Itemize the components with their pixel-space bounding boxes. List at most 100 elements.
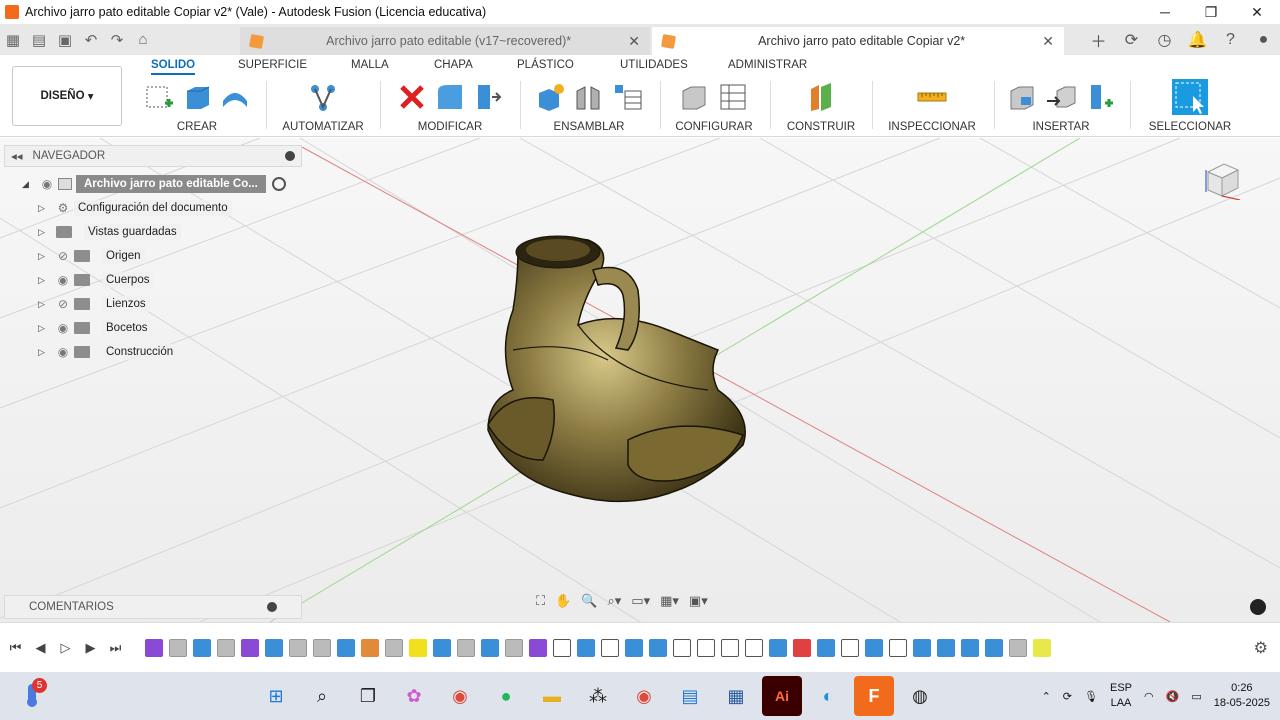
sync-icon[interactable]: ⟳ — [1063, 690, 1072, 703]
expand-arrow-icon[interactable]: ▷ — [38, 275, 52, 286]
tab-chapa[interactable]: CHAPA — [434, 59, 473, 71]
assistant-icon[interactable] — [1250, 599, 1266, 615]
orbit-icon[interactable]: ⛶ — [536, 593, 545, 609]
expand-arrow-icon[interactable]: ▷ — [38, 227, 52, 238]
search-icon[interactable]: ⌕ — [302, 676, 342, 716]
tab-malla[interactable]: MALLA — [351, 59, 389, 71]
expand-arrow-icon[interactable]: ▷ — [38, 347, 52, 358]
visibility-eye-icon[interactable]: ◉ — [36, 177, 58, 191]
automate-icon[interactable] — [307, 81, 339, 113]
timeline-feature-icon[interactable] — [841, 638, 859, 657]
file-explorer-icon[interactable]: ▬ — [532, 676, 572, 716]
timeline-feature-icon[interactable] — [433, 638, 451, 657]
zoom-window-icon[interactable]: ⌕▾ — [607, 593, 621, 609]
chrome-profile-icon[interactable]: ◉ — [624, 676, 664, 716]
tab-plastico[interactable]: PLÁSTICO — [517, 59, 574, 71]
create-sketch-icon[interactable] — [143, 81, 175, 113]
minimize-panel-icon[interactable] — [285, 151, 295, 161]
timeline-settings-gear-icon[interactable]: ⚙ — [1254, 638, 1268, 658]
maximize-button[interactable]: ❐ — [1188, 4, 1234, 21]
tree-item-origin[interactable]: ▷ ⊘ Origen — [38, 246, 145, 266]
extensions-icon[interactable]: ⟳ — [1115, 30, 1148, 50]
timeline-feature-icon[interactable] — [913, 638, 931, 657]
expand-arrow-icon[interactable]: ▷ — [38, 299, 52, 310]
tab-administrar[interactable]: ADMINISTRAR — [728, 59, 807, 71]
timeline-feature-icon[interactable] — [721, 638, 739, 657]
tray-overflow-icon[interactable]: ⌃ — [1042, 690, 1051, 703]
illustrator-icon[interactable]: Ai — [762, 676, 802, 716]
step-back-icon[interactable]: ◀ — [33, 640, 48, 656]
widgets-icon[interactable]: 5 — [22, 678, 47, 708]
dots-app-icon[interactable]: ⁂ — [578, 676, 618, 716]
notepad-icon[interactable]: ▤ — [670, 676, 710, 716]
close-tab-icon[interactable]: ✕ — [1042, 33, 1054, 50]
delete-icon[interactable] — [396, 81, 428, 113]
view-cube[interactable] — [1202, 160, 1242, 200]
home-icon[interactable]: ⌂ — [130, 31, 156, 48]
hidden-eye-icon[interactable]: ⊘ — [52, 249, 74, 263]
chrome-icon[interactable]: ◉ — [440, 676, 480, 716]
timeline-feature-icon[interactable] — [745, 638, 763, 657]
go-to-end-icon[interactable]: ⏭ — [108, 640, 123, 656]
file-menu-icon[interactable]: ▤ — [26, 31, 52, 49]
add-comment-icon[interactable] — [267, 602, 277, 612]
timeline-feature-icon[interactable] — [481, 638, 499, 657]
revolve-icon[interactable] — [219, 81, 251, 113]
help-icon[interactable]: ? — [1214, 31, 1247, 49]
user-avatar[interactable]: ● — [1247, 31, 1280, 49]
new-tab-icon[interactable]: ＋ — [1082, 28, 1115, 52]
timeline-feature-icon[interactable] — [457, 638, 475, 657]
redo-icon[interactable]: ↷ — [104, 31, 130, 49]
timeline-feature-icon[interactable] — [337, 638, 355, 657]
fusion-taskbar-icon[interactable]: F — [854, 676, 894, 716]
timeline-feature-icon[interactable] — [409, 638, 427, 657]
shell-icon[interactable] — [472, 81, 504, 113]
timeline-feature-icon[interactable] — [601, 638, 619, 657]
expand-arrow-icon[interactable]: ▷ — [38, 323, 52, 334]
collapse-panel-icon[interactable]: ◂◂ — [11, 149, 23, 163]
timeline-feature-icon[interactable] — [1033, 638, 1051, 657]
tree-item-bodies[interactable]: ▷ ◉ Cuerpos — [38, 270, 154, 290]
timeline-feature-icon[interactable] — [673, 638, 691, 657]
spotify-icon[interactable]: ● — [486, 676, 526, 716]
timeline-feature-icon[interactable] — [529, 638, 547, 657]
apps-grid-icon[interactable]: ▦ — [0, 31, 26, 49]
tab-solido[interactable]: SOLIDO — [151, 59, 196, 75]
timeline-feature-icon[interactable] — [961, 638, 979, 657]
expand-arrow-icon[interactable]: ▷ — [38, 203, 52, 214]
tree-root[interactable]: ◢ ◉ Archivo jarro pato editable Co... — [22, 174, 286, 194]
wifi-icon[interactable]: ◠ — [1144, 690, 1154, 703]
workspace-switcher[interactable]: DISEÑO ▾ — [12, 66, 122, 126]
volume-muted-icon[interactable]: 🔇 — [1166, 690, 1180, 703]
timeline-feature-icon[interactable] — [649, 638, 667, 657]
clock[interactable]: 0:26 18-05-2025 — [1214, 681, 1270, 711]
timeline-feature-icon[interactable] — [625, 638, 643, 657]
jug-model[interactable] — [478, 230, 778, 520]
tab-superficie[interactable]: SUPERFICIE — [238, 59, 307, 71]
timeline-feature-icon[interactable] — [1009, 638, 1027, 657]
timeline-feature-icon[interactable] — [577, 638, 595, 657]
insert-derive-icon[interactable] — [1007, 81, 1039, 113]
configuration-table-icon[interactable] — [717, 81, 749, 113]
timeline-feature-icon[interactable] — [817, 638, 835, 657]
visibility-eye-icon[interactable]: ◉ — [52, 345, 74, 359]
microphone-icon[interactable]: 🎙 — [1084, 690, 1098, 703]
new-component-icon[interactable] — [535, 81, 567, 113]
minimize-button[interactable]: ─ — [1142, 4, 1188, 21]
navigator-header[interactable]: ◂◂ NAVEGADOR — [4, 145, 302, 167]
timeline-feature-icon[interactable] — [265, 638, 283, 657]
language-indicator[interactable]: ESP LAA — [1110, 681, 1132, 711]
timeline-feature-icon[interactable] — [289, 638, 307, 657]
timeline-feature-icon[interactable] — [889, 638, 907, 657]
expand-arrow-icon[interactable]: ▷ — [38, 251, 52, 262]
close-window-button[interactable]: ✕ — [1234, 4, 1280, 21]
display-settings-icon[interactable]: ▭▾ — [631, 593, 650, 609]
activate-radio-icon[interactable] — [271, 177, 286, 191]
tree-item-construction[interactable]: ▷ ◉ Construcción — [38, 342, 178, 362]
tree-item-sketches[interactable]: ▷ ◉ Bocetos — [38, 318, 152, 338]
tab-utilidades[interactable]: UTILIDADES — [620, 59, 688, 71]
timeline-feature-icon[interactable] — [937, 638, 955, 657]
battery-icon[interactable]: ▭ — [1191, 690, 1201, 703]
tree-item-saved-views[interactable]: ▷ Vistas guardadas — [38, 222, 181, 242]
obs-icon[interactable]: ◍ — [900, 676, 940, 716]
